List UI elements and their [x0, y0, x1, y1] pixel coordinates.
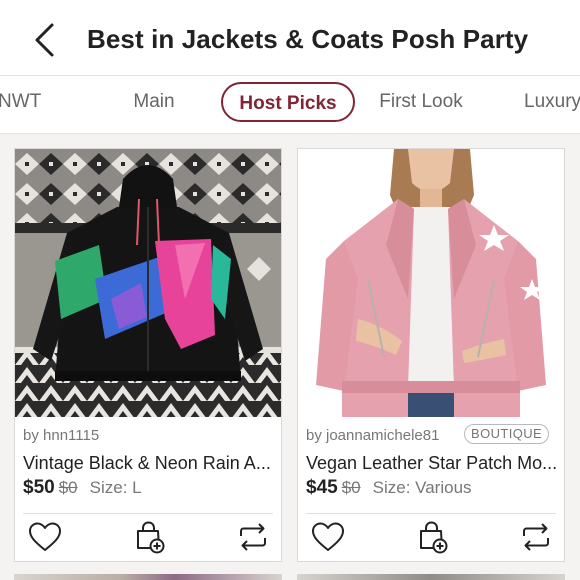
next-listing-card-peek[interactable] [14, 574, 282, 580]
heart-icon [312, 522, 344, 551]
tab-nwt[interactable]: NWT [0, 82, 46, 122]
share-button[interactable] [516, 517, 556, 557]
page-title: Best in Jackets & Coats Posh Party [87, 24, 529, 54]
chevron-left-icon [35, 23, 54, 57]
party-tabs: NWT Main Host Picks First Look Luxury [0, 76, 580, 134]
listing-title[interactable]: Vegan Leather Star Patch Mo... [306, 453, 560, 474]
listing-price: $45 [306, 477, 338, 498]
listing-price: $50 [23, 477, 55, 498]
pink-leather-moto-jacket-photo [298, 149, 564, 417]
tab-first-look[interactable]: First Look [370, 82, 472, 122]
share-repeat-icon [240, 523, 266, 551]
tab-luxury[interactable]: Luxury [524, 82, 580, 122]
like-button[interactable] [25, 517, 65, 557]
listing-title[interactable]: Vintage Black & Neon Rain A... [23, 453, 277, 474]
seller-name[interactable]: by joannamichele81 [306, 427, 439, 444]
boutique-badge: BOUTIQUE [464, 424, 550, 444]
posh-party-screen: Best in Jackets & Coats Posh Party NWT M… [0, 0, 580, 580]
heart-icon [29, 522, 61, 551]
share-repeat-icon [523, 523, 549, 551]
divider [306, 513, 556, 514]
black-neon-windbreaker-photo [15, 149, 281, 417]
shopping-bag-add-icon [137, 521, 165, 554]
listing-size: Size: L [89, 478, 142, 497]
listing-image[interactable] [298, 149, 564, 417]
share-button[interactable] [233, 517, 273, 557]
price-row: $45 $0 Size: Various [306, 477, 472, 501]
seller-name[interactable]: by hnn1115 [23, 427, 99, 444]
price-row: $50 $0 Size: L [23, 477, 142, 501]
like-button[interactable] [308, 517, 348, 557]
shopping-bag-add-icon [420, 521, 448, 554]
next-listing-card-peek[interactable] [297, 574, 565, 580]
top-bar: Best in Jackets & Coats Posh Party [0, 0, 580, 76]
original-price: $0 [58, 478, 78, 497]
divider [23, 513, 273, 514]
listing-card[interactable]: by hnn1115 Vintage Black & Neon Rain A..… [14, 148, 282, 562]
listing-card[interactable]: by joannamichele81 BOUTIQUE Vegan Leathe… [297, 148, 565, 562]
tab-host-picks[interactable]: Host Picks [221, 82, 355, 122]
back-button[interactable] [26, 18, 66, 62]
add-to-bundle-button[interactable] [412, 517, 452, 557]
tab-main[interactable]: Main [120, 82, 188, 122]
listing-size: Size: Various [372, 478, 472, 497]
add-to-bundle-button[interactable] [129, 517, 169, 557]
original-price: $0 [341, 478, 361, 497]
listing-image[interactable] [15, 149, 281, 417]
